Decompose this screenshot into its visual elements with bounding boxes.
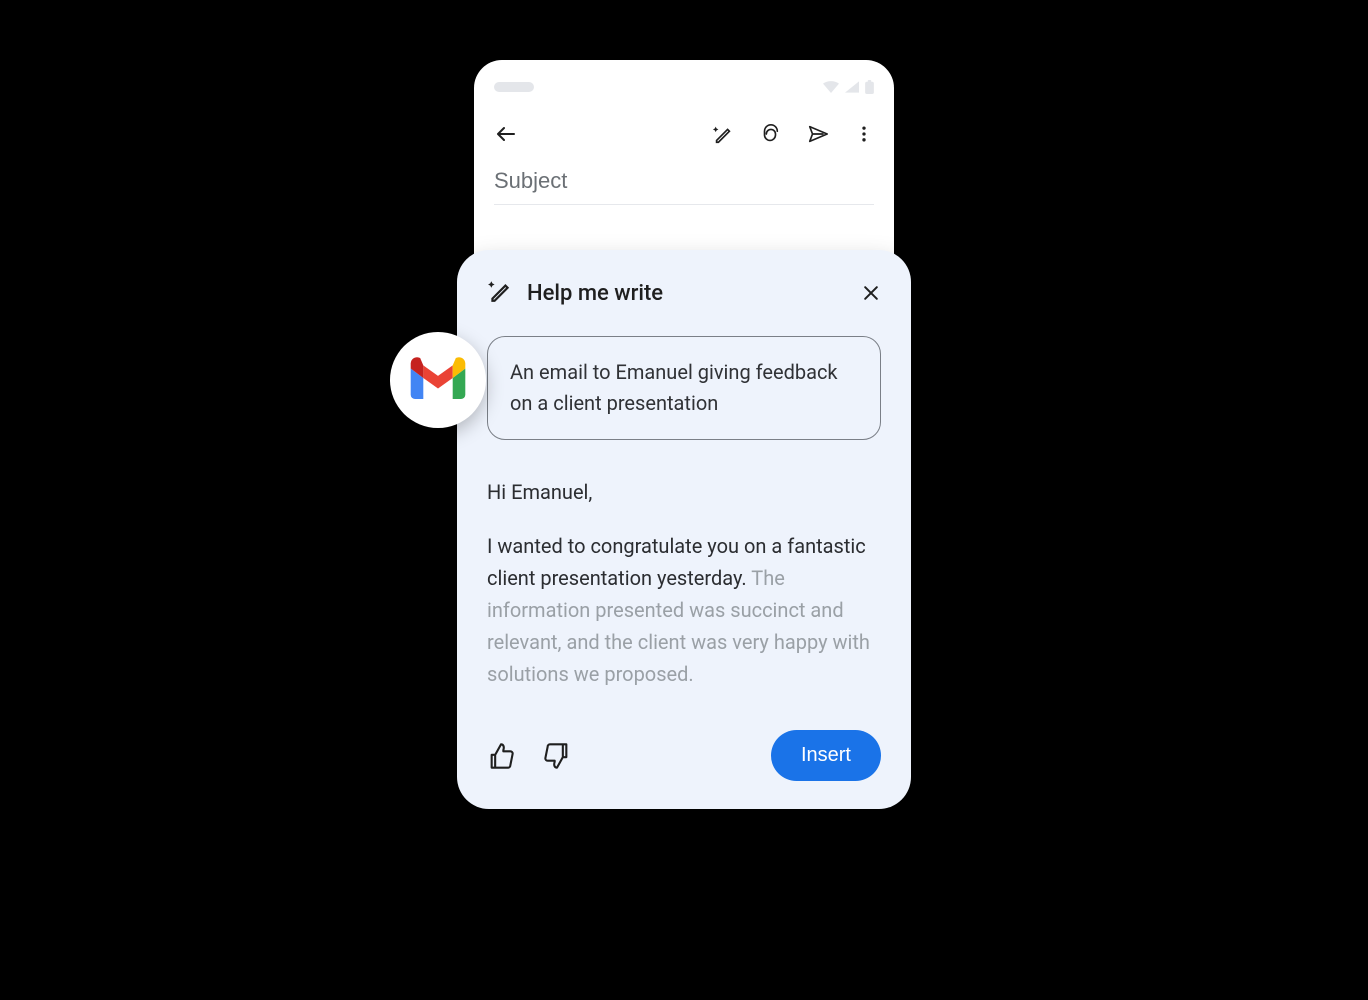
more-vert-icon[interactable]	[854, 123, 874, 145]
draft-greeting: Hi Emanuel,	[487, 476, 881, 508]
thumb-up-icon[interactable]	[487, 742, 515, 770]
wifi-icon	[823, 81, 839, 93]
send-icon[interactable]	[806, 123, 830, 145]
battery-icon	[865, 80, 874, 94]
compose-toolbar	[494, 114, 874, 154]
gmail-icon	[410, 357, 466, 403]
status-pill	[494, 82, 534, 92]
status-bar	[494, 78, 874, 96]
help-me-write-card: Help me write An email to Emanuel giving…	[457, 250, 911, 809]
cell-signal-icon	[845, 81, 859, 93]
magic-pen-icon[interactable]	[712, 123, 734, 145]
insert-button[interactable]: Insert	[771, 730, 881, 781]
attachment-icon[interactable]	[758, 123, 782, 145]
magic-pen-icon	[487, 278, 513, 308]
compose-screen	[474, 60, 894, 280]
thumb-down-icon[interactable]	[543, 742, 571, 770]
generated-draft: Hi Emanuel, I wanted to congratulate you…	[487, 476, 881, 690]
help-me-write-title: Help me write	[527, 281, 663, 306]
prompt-input[interactable]: An email to Emanuel giving feedback on a…	[487, 336, 881, 440]
draft-text-strong: I wanted to congratulate you on a fantas…	[487, 534, 866, 590]
gmail-badge	[390, 332, 486, 428]
subject-row	[494, 168, 874, 205]
close-icon[interactable]	[861, 283, 881, 303]
subject-input[interactable]	[494, 168, 874, 194]
back-arrow-icon[interactable]	[494, 122, 518, 146]
